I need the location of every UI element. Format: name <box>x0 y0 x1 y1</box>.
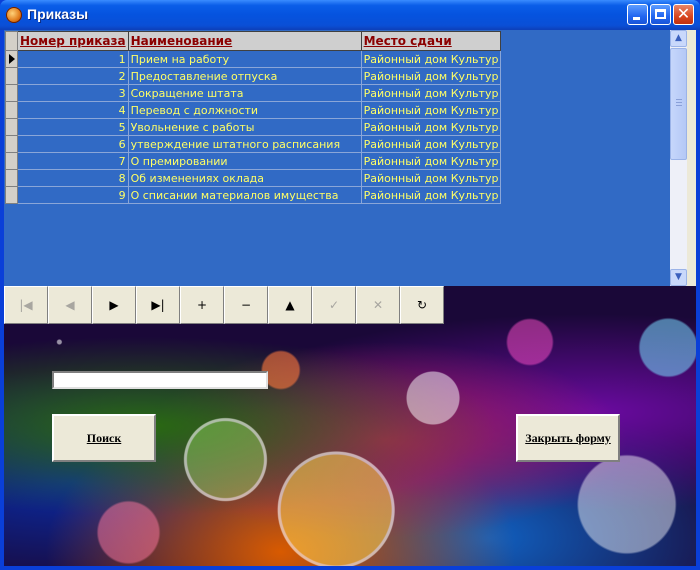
search-input[interactable] <box>52 371 268 389</box>
grid-cell-number[interactable]: 8 <box>17 169 129 187</box>
table-row[interactable]: 5 Увольнение с работы Районный дом Культур <box>5 118 502 136</box>
post-record-icon: ✓ <box>328 298 340 312</box>
edit-record-button[interactable]: ▲ <box>268 286 312 324</box>
grid-cell-name[interactable]: Увольнение с работы <box>127 118 362 136</box>
refresh-icon: ↻ <box>416 298 428 312</box>
minimize-button[interactable] <box>627 4 648 25</box>
prior-record-icon: ◀ <box>65 298 75 312</box>
grid-cell-name[interactable]: Прием на работу <box>127 50 362 68</box>
insert-record-button[interactable]: + <box>180 286 224 324</box>
grid-cell-place[interactable]: Районный дом Культур <box>360 186 502 204</box>
grid-cell-name[interactable]: О списании материалов имущества <box>127 186 362 204</box>
row-indicator[interactable] <box>5 84 18 102</box>
cancel-record-icon: ✕ <box>372 298 384 312</box>
maximize-icon <box>655 9 666 19</box>
table-row[interactable]: 6 утверждение штатного расписания Районный… <box>5 135 502 153</box>
grid-cell-number[interactable]: 6 <box>17 135 129 153</box>
column-header-place[interactable]: Место сдачи <box>360 31 502 51</box>
grid-cell-number[interactable]: 9 <box>17 186 129 204</box>
grid-cell-place[interactable]: Районный дом Культур <box>360 135 502 153</box>
grid-cell-number[interactable]: 3 <box>17 84 129 102</box>
grid-cell-place[interactable]: Районный дом Культур <box>360 169 502 187</box>
prior-record-button[interactable]: ◀ <box>48 286 92 324</box>
minimize-icon <box>633 17 640 20</box>
orders-table: Номер приказа Наименование Место сдачи 1… <box>5 31 502 204</box>
thumb-grip <box>676 105 682 106</box>
row-indicator[interactable] <box>5 169 18 187</box>
post-record-button[interactable]: ✓ <box>312 286 356 324</box>
grid-cell-place[interactable]: Районный дом Культур <box>360 152 502 170</box>
edit-record-icon: ▲ <box>285 298 295 312</box>
current-row-arrow-icon <box>9 54 15 64</box>
table-row[interactable]: 3 Сокращение штата Районный дом Культур <box>5 84 502 102</box>
grid-cell-name[interactable]: Сокращение штата <box>127 84 362 102</box>
db-navigator: |◀ ◀ ▶ ▶| + − ▲ ✓ ✕ ↻ <box>4 286 444 324</box>
first-record-button[interactable]: |◀ <box>4 286 48 324</box>
refresh-button[interactable]: ↻ <box>400 286 444 324</box>
first-record-icon: |◀ <box>19 298 33 312</box>
table-row[interactable]: 7О премировании Районный дом Культур <box>5 152 502 170</box>
header-indicator-cell <box>5 31 18 51</box>
grid-cell-number[interactable]: 2 <box>17 67 129 85</box>
thumb-grip <box>676 99 682 100</box>
table-row[interactable]: 9О списании материалов имущества Районный… <box>5 186 502 204</box>
grid-cell-place[interactable]: Районный дом Культур <box>360 67 502 85</box>
form-client-area: Номер приказа Наименование Место сдачи 1… <box>4 30 696 566</box>
next-record-icon: ▶ <box>109 298 119 312</box>
row-indicator[interactable] <box>5 67 18 85</box>
table-row[interactable]: 4 Перевод с должности Районный дом Культур <box>5 101 502 119</box>
row-indicator[interactable] <box>5 101 18 119</box>
delete-record-icon: − <box>240 298 252 312</box>
row-indicator[interactable] <box>5 135 18 153</box>
scroll-thumb[interactable] <box>670 48 687 160</box>
grid-header-row: Номер приказа Наименование Место сдачи <box>5 31 502 51</box>
grid-cell-place[interactable]: Районный дом Культур <box>360 101 502 119</box>
row-indicator[interactable] <box>5 118 18 136</box>
last-record-icon: ▶| <box>151 298 165 312</box>
table-row[interactable]: 1 Прием на работу Районный дом Культур <box>5 50 502 68</box>
title-bar[interactable]: Приказы ✕ <box>0 0 700 30</box>
cancel-record-button[interactable]: ✕ <box>356 286 400 324</box>
column-header-name[interactable]: Наименование <box>127 31 362 51</box>
grid-cell-place[interactable]: Районный дом Культур <box>360 50 502 68</box>
grid-cell-name[interactable]: Предоставление отпуска <box>127 67 362 85</box>
maximize-button[interactable] <box>650 4 671 25</box>
grid-cell-name[interactable]: Об изменениях оклада <box>127 169 362 187</box>
last-record-button[interactable]: ▶| <box>136 286 180 324</box>
scroll-up-icon: ▲ <box>675 33 682 43</box>
thumb-grip <box>676 102 682 103</box>
orders-window: Приказы ✕ Номер приказа Наименование Мес… <box>0 0 700 570</box>
grid-cell-name[interactable]: утверждение штатного расписания <box>127 135 362 153</box>
delete-record-button[interactable]: − <box>224 286 268 324</box>
grid-cell-name[interactable]: Перевод с должности <box>127 101 362 119</box>
row-indicator[interactable] <box>5 186 18 204</box>
close-window-button[interactable]: ✕ <box>673 4 694 25</box>
row-indicator[interactable] <box>5 152 18 170</box>
orders-grid[interactable]: Номер приказа Наименование Место сдачи 1… <box>4 30 670 286</box>
grid-cell-number[interactable]: 7 <box>17 152 129 170</box>
vertical-scrollbar[interactable]: ▲ ▼ <box>670 30 687 286</box>
column-header-number[interactable]: Номер приказа <box>17 31 129 51</box>
scroll-down-icon: ▼ <box>675 272 682 282</box>
close-icon: ✕ <box>676 4 691 23</box>
app-icon[interactable] <box>6 7 22 23</box>
scroll-down-button[interactable]: ▼ <box>670 269 687 286</box>
scroll-up-button[interactable]: ▲ <box>670 30 687 47</box>
table-row[interactable]: 2 Предоставление отпуска Районный дом Куль… <box>5 67 502 85</box>
grid-cell-number[interactable]: 5 <box>17 118 129 136</box>
insert-record-icon: + <box>196 298 208 312</box>
grid-cell-number[interactable]: 1 <box>17 50 129 68</box>
grid-cell-number[interactable]: 4 <box>17 101 129 119</box>
window-title: Приказы <box>27 6 89 22</box>
row-indicator[interactable] <box>5 50 18 68</box>
grid-cell-name[interactable]: О премировании <box>127 152 362 170</box>
table-row[interactable]: 8 Об изменениях оклада Районный дом Культу… <box>5 169 502 187</box>
grid-cell-place[interactable]: Районный дом Культур <box>360 118 502 136</box>
grid-cell-place[interactable]: Районный дом Культур <box>360 84 502 102</box>
search-button[interactable]: Поиск <box>52 414 156 462</box>
next-record-button[interactable]: ▶ <box>92 286 136 324</box>
close-form-button[interactable]: Закрыть форму <box>516 414 620 462</box>
